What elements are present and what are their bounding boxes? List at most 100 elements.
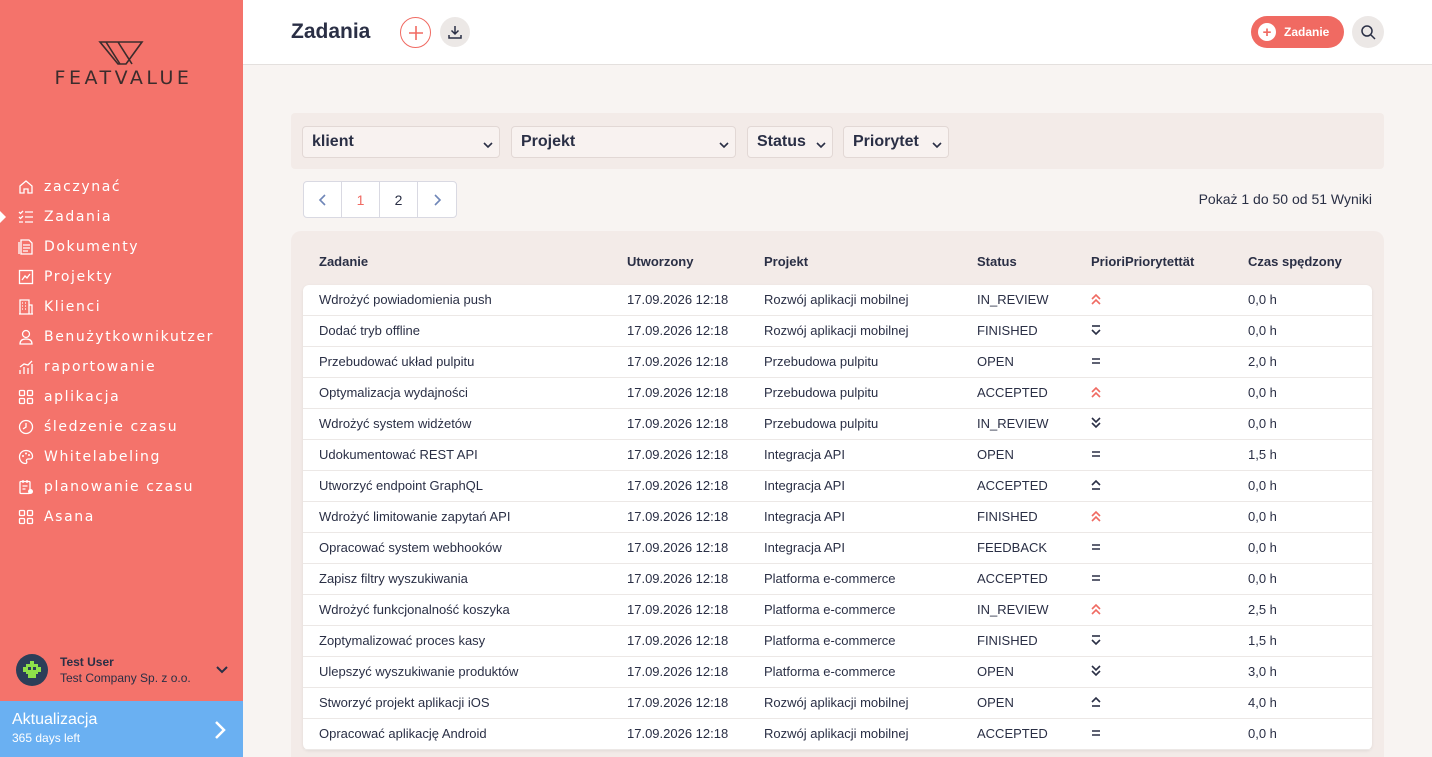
sidebar-item-benutzer[interactable]: Benużytkownikutzer bbox=[0, 322, 243, 352]
sidebar-item-whitelabeling[interactable]: Whitelabeling bbox=[0, 442, 243, 472]
table-row[interactable]: Dodać tryb offline 17.09.2026 12:18 Rozwój… bbox=[303, 316, 1372, 347]
status-cell: IN_REVIEW bbox=[977, 416, 1049, 431]
column-header-created[interactable]: Utworzony bbox=[627, 254, 693, 269]
created-cell: 17.09.2026 12:18 bbox=[627, 385, 729, 400]
upgrade-banner[interactable]: Aktualizacja 365 days left bbox=[0, 701, 243, 757]
task-name-cell[interactable]: Wdrożyć funkcjonalność koszyka bbox=[319, 602, 510, 617]
table-row[interactable]: Wdrożyć system widżetów 17.09.2026 12:18 P… bbox=[303, 409, 1372, 440]
status-cell: ACCEPTED bbox=[977, 726, 1048, 741]
task-name-cell[interactable]: Zoptymalizować proces kasy bbox=[319, 633, 485, 648]
results-count: Pokaż 1 do 50 od 51 Wyniki bbox=[1198, 191, 1372, 207]
tasks-icon bbox=[17, 208, 35, 226]
sidebar-item-label: zaczynać bbox=[44, 179, 122, 195]
sidebar-item-label: aplikacja bbox=[44, 389, 121, 405]
table-row[interactable]: Udokumentować REST API 17.09.2026 12:18 In… bbox=[303, 440, 1372, 471]
sidebar-item-label: Zadania bbox=[44, 209, 113, 225]
chevron-down-icon bbox=[816, 137, 826, 155]
chevron-down-icon[interactable] bbox=[215, 662, 231, 678]
status-filter-select[interactable]: Status bbox=[747, 126, 833, 158]
sidebar-item-dokumenty[interactable]: Dokumenty bbox=[0, 232, 243, 262]
task-name-cell[interactable]: Wdrożyć limitowanie zapytań API bbox=[319, 509, 510, 524]
project-cell: Integracja API bbox=[764, 447, 845, 462]
priority-low-icon bbox=[1090, 323, 1104, 339]
table-row[interactable]: Opracować aplikację Android 17.09.2026 12… bbox=[303, 719, 1372, 750]
search-button[interactable] bbox=[1352, 16, 1384, 48]
table-row[interactable]: Zapisz filtry wyszukiwania 17.09.2026 12:… bbox=[303, 564, 1372, 595]
task-name-cell[interactable]: Przebudować układ pulpitu bbox=[319, 354, 474, 369]
prev-page-button[interactable] bbox=[304, 182, 342, 217]
sidebar-item-sledzenie-czasu[interactable]: śledzenie czasu bbox=[0, 412, 243, 442]
sidebar-item-zaczynac[interactable]: zaczynać bbox=[0, 172, 243, 202]
sidebar-item-planowanie-czasu[interactable]: planowanie czasu bbox=[0, 472, 243, 502]
project-cell: Rozwój aplikacji mobilnej bbox=[764, 292, 909, 307]
sidebar-item-zadania[interactable]: Zadania bbox=[0, 202, 243, 232]
project-filter-select[interactable]: Projekt bbox=[511, 126, 736, 158]
status-cell: ACCEPTED bbox=[977, 385, 1048, 400]
task-name-cell[interactable]: Opracować system webhooków bbox=[319, 540, 502, 555]
priority-medium-icon bbox=[1090, 447, 1104, 463]
column-header-project[interactable]: Projekt bbox=[764, 254, 808, 269]
task-name-cell[interactable]: Stworzyć projekt aplikacji iOS bbox=[319, 695, 490, 710]
sidebar-item-label: raportowanie bbox=[44, 359, 157, 375]
task-name-cell[interactable]: Optymalizacja wydajności bbox=[319, 385, 468, 400]
created-cell: 17.09.2026 12:18 bbox=[627, 602, 729, 617]
page-1-button[interactable]: 1 bbox=[342, 182, 380, 217]
project-filter-value: Projekt bbox=[521, 133, 576, 150]
task-name-cell[interactable]: Ulepszyć wyszukiwanie produktów bbox=[319, 664, 518, 679]
client-filter-select[interactable]: klient bbox=[302, 126, 500, 158]
status-cell: ACCEPTED bbox=[977, 571, 1048, 586]
table-row[interactable]: Opracować system webhooków 17.09.2026 12:… bbox=[303, 533, 1372, 564]
table-row[interactable]: Optymalizacja wydajności 17.09.2026 12:18… bbox=[303, 378, 1372, 409]
sidebar-item-asana[interactable]: Asana bbox=[0, 502, 243, 532]
sidebar-item-label: Projekty bbox=[44, 269, 114, 285]
table-row[interactable]: Utworzyć endpoint GraphQL 17.09.2026 12:1… bbox=[303, 471, 1372, 502]
priority-lowest-icon bbox=[1090, 664, 1104, 680]
project-cell: Platforma e-commerce bbox=[764, 664, 896, 679]
sidebar-item-aplikacja[interactable]: aplikacja bbox=[0, 382, 243, 412]
chevron-right-icon bbox=[434, 193, 442, 206]
plus-icon: + bbox=[1258, 23, 1276, 41]
task-name-cell[interactable]: Utworzyć endpoint GraphQL bbox=[319, 478, 483, 493]
sidebar-item-projekty[interactable]: Projekty bbox=[0, 262, 243, 292]
table-row[interactable]: Zoptymalizować proces kasy 17.09.2026 12:… bbox=[303, 626, 1372, 657]
user-name: Test User bbox=[60, 655, 114, 669]
filters-bar: klient Projekt Status Priorytet bbox=[291, 113, 1384, 169]
task-name-cell[interactable]: Zapisz filtry wyszukiwania bbox=[319, 571, 468, 586]
table-body: Wdrożyć powiadomienia push 17.09.2026 12:… bbox=[303, 285, 1372, 750]
column-header-status[interactable]: Status bbox=[977, 254, 1017, 269]
status-cell: OPEN bbox=[977, 447, 1014, 462]
next-page-button[interactable] bbox=[418, 182, 456, 217]
table-row[interactable]: Wdrożyć funkcjonalność koszyka 17.09.2026… bbox=[303, 595, 1372, 626]
time-spent-cell: 0,0 h bbox=[1248, 385, 1277, 400]
column-header-task[interactable]: Zadanie bbox=[319, 254, 368, 269]
status-cell: FINISHED bbox=[977, 323, 1038, 338]
sidebar-nav: zaczynać Zadania Dokumenty Projekty Klie… bbox=[0, 172, 243, 532]
sidebar-item-klienci[interactable]: Klienci bbox=[0, 292, 243, 322]
table-row[interactable]: Wdrożyć powiadomienia push 17.09.2026 12:… bbox=[303, 285, 1372, 316]
page-2-button[interactable]: 2 bbox=[380, 182, 418, 217]
sidebar-item-raportowanie[interactable]: raportowanie bbox=[0, 352, 243, 382]
project-cell: Platforma e-commerce bbox=[764, 602, 896, 617]
task-name-cell[interactable]: Dodać tryb offline bbox=[319, 323, 420, 338]
project-cell: Przebudowa pulpitu bbox=[764, 416, 879, 431]
user-menu[interactable]: Test User Test Company Sp. z o.o. bbox=[16, 650, 231, 690]
task-name-cell[interactable]: Wdrożyć system widżetów bbox=[319, 416, 471, 431]
task-name-cell[interactable]: Wdrożyć powiadomienia push bbox=[319, 292, 492, 307]
add-task-button[interactable] bbox=[400, 17, 431, 48]
priority-medium-icon bbox=[1090, 540, 1104, 556]
task-name-cell[interactable]: Udokumentować REST API bbox=[319, 447, 478, 462]
task-name-cell[interactable]: Opracować aplikację Android bbox=[319, 726, 487, 741]
priority-filter-select[interactable]: Priorytet bbox=[843, 126, 949, 158]
table-row[interactable]: Ulepszyć wyszukiwanie produktów 17.09.202… bbox=[303, 657, 1372, 688]
column-header-priority[interactable]: PrioriPriorytettät bbox=[1091, 254, 1194, 269]
column-header-time-spent[interactable]: Czas spędzony bbox=[1248, 254, 1342, 269]
download-button[interactable] bbox=[440, 17, 470, 47]
sidebar-item-label: Benużytkownikutzer bbox=[44, 329, 215, 345]
project-cell: Rozwój aplikacji mobilnej bbox=[764, 695, 909, 710]
table-row[interactable]: Przebudować układ pulpitu 17.09.2026 12:1… bbox=[303, 347, 1372, 378]
table-row[interactable]: Wdrożyć limitowanie zapytań API 17.09.202… bbox=[303, 502, 1372, 533]
new-task-button[interactable]: + Zadanie bbox=[1251, 16, 1344, 48]
new-task-button-label: Zadanie bbox=[1284, 25, 1330, 39]
table-row[interactable]: Stworzyć projekt aplikacji iOS 17.09.2026… bbox=[303, 688, 1372, 719]
logo[interactable]: FEATVALUE bbox=[36, 40, 211, 92]
